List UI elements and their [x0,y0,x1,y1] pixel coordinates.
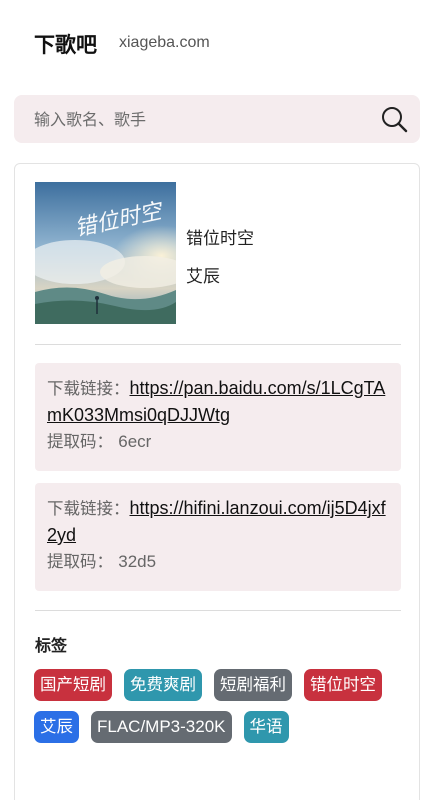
download-box: 下载链接：https://pan.baidu.com/s/1LCgTAmK033… [35,363,401,471]
search-icon[interactable] [380,105,408,133]
tag[interactable]: 免费爽剧 [124,669,202,701]
search-bar [14,95,420,143]
site-header: 下歌吧 xiageba.com [0,0,434,86]
download-label: 下载链接： [47,499,130,518]
divider [35,344,401,345]
extract-code-label: 提取码： [47,432,113,451]
tag[interactable]: 华语 [243,711,289,743]
extract-code-line: 提取码： 32d5 [47,549,389,575]
search-input[interactable] [34,106,374,132]
download-link-line: 下载链接：https://hifini.lanzoui.com/ij5D4jxf… [47,495,389,549]
tag[interactable]: FLAC/MP3-320K [91,711,232,743]
site-domain: xiageba.com [119,34,210,51]
tags-heading: 标签 [35,636,68,655]
extract-code-line: 提取码： 6ecr [47,429,389,455]
extract-code: 32d5 [118,552,157,571]
download-label: 下载链接： [47,379,130,398]
tag-list: 国产短剧 免费爽剧 短剧福利 错位时空 艾辰 FLAC/MP3-320K 华语 [34,669,404,743]
divider [35,610,401,611]
song-card: 错位时空 错位时空 艾辰 下载链接：https://pan.baidu.com/… [14,163,420,800]
song-title: 错位时空 [186,229,254,249]
extract-code-label: 提取码： [47,552,113,571]
tag[interactable]: 错位时空 [304,669,382,701]
download-box: 下载链接：https://hifini.lanzoui.com/ij5D4jxf… [35,483,401,591]
site-name[interactable]: 下歌吧 [34,29,97,59]
album-cover: 错位时空 [35,182,176,324]
tag[interactable]: 短剧福利 [214,669,292,701]
tag[interactable]: 国产短剧 [34,669,112,701]
song-artist: 艾辰 [186,267,220,287]
extract-code: 6ecr [118,432,152,451]
tag[interactable]: 艾辰 [34,711,79,743]
download-link-line: 下载链接：https://pan.baidu.com/s/1LCgTAmK033… [47,375,389,429]
